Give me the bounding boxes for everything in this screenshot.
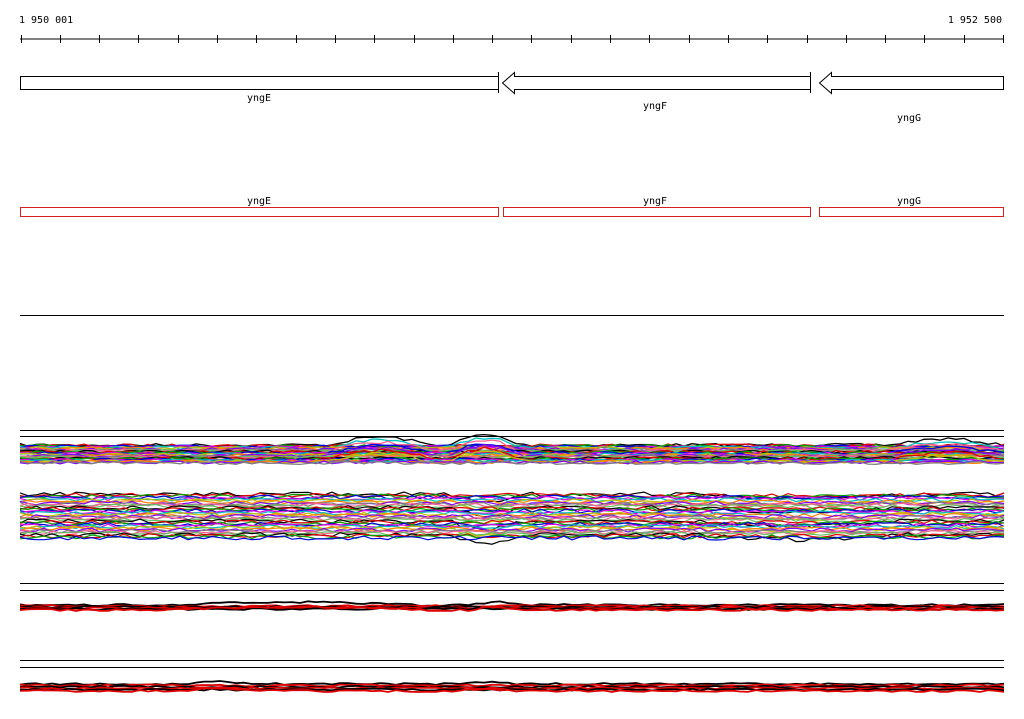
gene-label-yngE: yngE xyxy=(247,93,271,104)
gene-arrow-yngG[interactable] xyxy=(818,71,1004,95)
ruler-end-label: 1 952 500 xyxy=(948,15,1002,26)
expression-profile-track-4 xyxy=(19,660,1005,693)
genome-browser-view: 1 950 001 1 952 500 yngE yngF yngG yngE … xyxy=(0,0,1024,714)
gene-yngE[interactable]: yngE xyxy=(20,72,499,104)
gene-track: yngE yngF yngG xyxy=(20,71,1004,125)
gene-label-yngF: yngF xyxy=(643,101,667,112)
gene-label-yngG: yngG xyxy=(897,113,921,124)
annotation-label-yngE: yngE xyxy=(247,196,271,207)
gene-arrow-yngE[interactable] xyxy=(20,76,499,90)
coordinate-ruler: 1 950 001 1 952 500 xyxy=(19,15,1004,43)
annotation-box-yngE[interactable] xyxy=(20,207,499,217)
gene-yngF[interactable]: yngF xyxy=(501,71,811,112)
gene-yngG[interactable]: yngG xyxy=(818,71,1004,125)
gene-arrow-yngF[interactable] xyxy=(501,71,811,95)
expression-profile-track-2 xyxy=(19,491,1005,545)
annotation-box-yngF[interactable] xyxy=(503,207,811,217)
expression-profile-track-3 xyxy=(19,583,1005,612)
genome-track-canvas: 1 950 001 1 952 500 yngE yngF yngG yngE … xyxy=(19,15,1005,693)
annotation-track: yngE yngF yngG xyxy=(20,196,1004,217)
expression-profile-track-1 xyxy=(19,430,1005,466)
annotation-label-yngF: yngF xyxy=(643,196,667,207)
ruler-start-label: 1 950 001 xyxy=(19,15,73,26)
annotation-box-yngG[interactable] xyxy=(819,207,1004,217)
expression-profile-line xyxy=(19,684,1005,689)
annotation-label-yngG: yngG xyxy=(897,196,921,207)
